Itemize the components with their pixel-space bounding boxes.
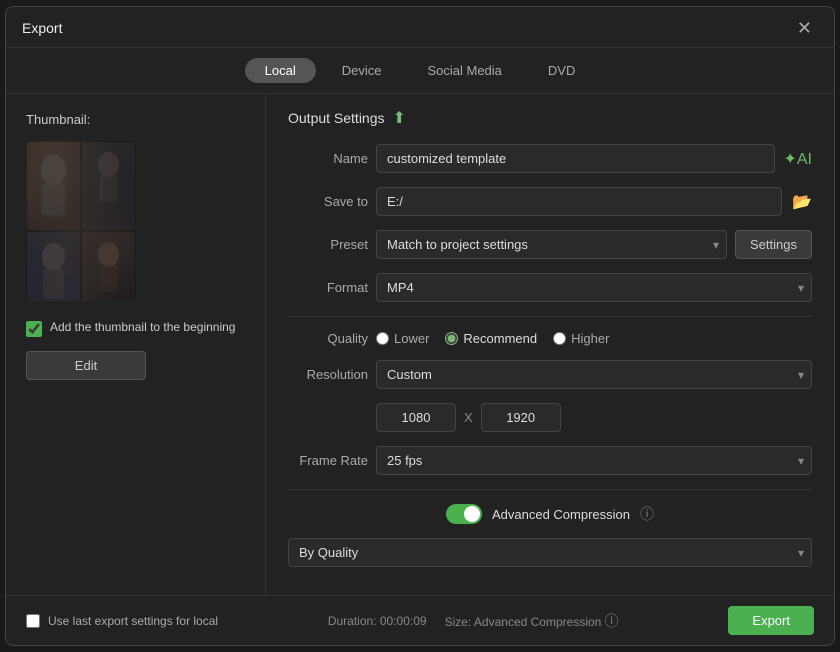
framerate-select[interactable]: 25 fps [376,446,812,475]
add-thumbnail-checkbox[interactable] [26,321,42,337]
advanced-compression-label: Advanced Compression [492,507,630,522]
use-last-settings-label: Use last export settings for local [48,614,218,628]
by-quality-select-wrap: By Quality ▾ [288,538,812,567]
preset-label: Preset [288,237,368,252]
save-to-row: Save to 📂 [288,187,812,216]
preset-row: Preset Match to project settings ▾ Setti… [288,230,812,259]
footer-center: Duration: 00:00:09 Size: Advanced Compre… [328,611,619,631]
quality-lower-option[interactable]: Lower [376,331,429,346]
add-thumbnail-checkbox-row: Add the thumbnail to the beginning [26,319,245,337]
dialog-body: Thumbnail: [6,94,834,595]
tab-local[interactable]: Local [245,58,316,83]
export-dialog: Export ✕ Local Device Social Media DVD T… [5,6,835,646]
advanced-compression-info-icon[interactable]: ⓘ [640,504,654,524]
name-input[interactable] [376,144,775,173]
save-to-input[interactable] [376,187,782,216]
folder-icon[interactable]: 📂 [792,192,812,212]
save-to-label: Save to [288,194,368,209]
by-quality-select[interactable]: By Quality [288,538,812,567]
add-thumbnail-label: Add the thumbnail to the beginning [50,319,235,336]
advanced-compression-toggle[interactable] [446,504,482,524]
size-info: Size: Advanced Compression ⓘ [445,611,619,631]
thumbnail-preview [26,141,136,301]
tab-device[interactable]: Device [322,58,402,83]
quality-radio-group: Lower Recommend Higher [376,331,812,346]
quality-lower-radio[interactable] [376,332,389,345]
framerate-label: Frame Rate [288,453,368,468]
edit-thumbnail-button[interactable]: Edit [26,351,146,380]
resolution-height-input[interactable] [481,403,561,432]
resolution-inputs-row: X [376,403,812,432]
output-settings-title: Output Settings [288,110,385,126]
dialog-footer: Use last export settings for local Durat… [6,595,834,645]
quality-label: Quality [288,331,368,346]
toggle-knob [464,506,480,522]
quality-higher-label: Higher [571,331,609,346]
footer-left: Use last export settings for local [26,614,218,628]
framerate-row: Frame Rate 25 fps ▾ [288,446,812,475]
output-settings-header: Output Settings ⬆ [288,108,812,128]
preset-select[interactable]: Match to project settings [376,230,727,259]
upload-icon[interactable]: ⬆ [393,108,406,128]
format-select[interactable]: MP4 [376,273,812,302]
close-button[interactable]: ✕ [791,17,818,39]
resolution-x-separator: X [464,410,473,425]
quality-higher-radio[interactable] [553,332,566,345]
duration-info: Duration: 00:00:09 [328,614,427,628]
quality-recommend-radio[interactable] [445,332,458,345]
divider-2 [288,489,812,490]
format-select-wrap: MP4 ▾ [376,273,812,302]
resolution-label: Resolution [288,367,368,382]
dialog-header: Export ✕ [6,7,834,48]
size-info-icon[interactable]: ⓘ [605,613,619,629]
format-label: Format [288,280,368,295]
resolution-select-wrap: Custom ▾ [376,360,812,389]
tab-social-media[interactable]: Social Media [407,58,521,83]
dialog-title: Export [22,20,62,36]
by-quality-row: By Quality ▾ [288,538,812,567]
advanced-compression-row: Advanced Compression ⓘ [288,504,812,524]
preset-select-wrap: Match to project settings ▾ [376,230,727,259]
framerate-select-wrap: 25 fps ▾ [376,446,812,475]
quality-recommend-label: Recommend [463,331,537,346]
resolution-row: Resolution Custom ▾ [288,360,812,389]
tab-dvd[interactable]: DVD [528,58,595,83]
ai-icon[interactable]: ✦AI [783,149,812,169]
quality-higher-option[interactable]: Higher [553,331,609,346]
quality-lower-label: Lower [394,331,429,346]
quality-row: Quality Lower Recommend Higher [288,331,812,346]
left-panel: Thumbnail: [6,94,266,595]
tabs-bar: Local Device Social Media DVD [6,48,834,94]
resolution-select[interactable]: Custom [376,360,812,389]
format-row: Format MP4 ▾ [288,273,812,302]
name-row: Name ✦AI [288,144,812,173]
resolution-width-input[interactable] [376,403,456,432]
divider-1 [288,316,812,317]
settings-button[interactable]: Settings [735,230,812,259]
right-panel: Output Settings ⬆ Name ✦AI Save to 📂 Pre… [266,94,834,595]
export-button[interactable]: Export [728,606,814,635]
use-last-settings-checkbox[interactable] [26,614,40,628]
thumbnail-section-label: Thumbnail: [26,112,245,127]
quality-recommend-option[interactable]: Recommend [445,331,537,346]
name-label: Name [288,151,368,166]
